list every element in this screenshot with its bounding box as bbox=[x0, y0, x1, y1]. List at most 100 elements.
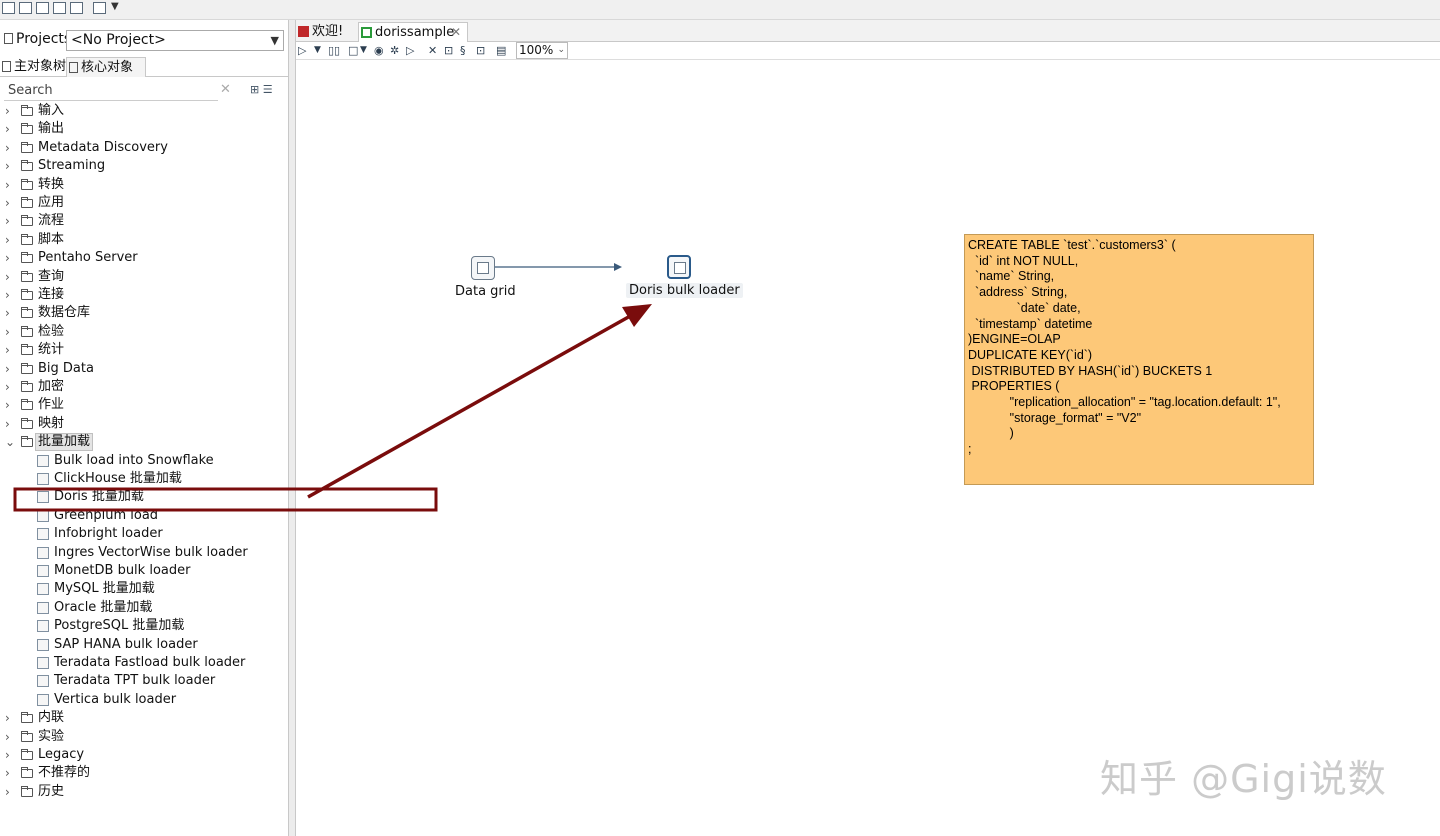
stop-dropdown-icon[interactable]: ▼ bbox=[360, 45, 367, 55]
impact-icon[interactable]: ⊡ bbox=[444, 44, 453, 57]
tree-category[interactable]: › 作业 bbox=[0, 396, 289, 414]
tree-category[interactable]: › 实验 bbox=[0, 728, 289, 746]
tree-step-item[interactable]: MySQL 批量加载 bbox=[0, 580, 289, 598]
project-select[interactable]: <No Project> ▼ bbox=[66, 30, 284, 51]
chevron-right-icon[interactable]: › bbox=[5, 360, 15, 378]
save-icon[interactable] bbox=[53, 2, 66, 14]
tree-category[interactable]: › 输出 bbox=[0, 120, 289, 138]
tree-step-item[interactable]: Bulk load into Snowflake bbox=[0, 452, 289, 470]
tree-category[interactable]: › 数据仓库 bbox=[0, 304, 289, 322]
chevron-right-icon[interactable]: › bbox=[5, 728, 15, 746]
chevron-right-icon[interactable]: › bbox=[5, 746, 15, 764]
tree-step-item[interactable]: Ingres VectorWise bulk loader bbox=[0, 544, 289, 562]
folder-icon bbox=[21, 749, 33, 760]
verify-icon[interactable]: ✕ bbox=[428, 44, 437, 57]
preview-icon[interactable]: ◉ bbox=[374, 44, 384, 57]
tree-step-item[interactable]: Teradata Fastload bulk loader bbox=[0, 654, 289, 672]
step-doris-bulk-loader[interactable] bbox=[667, 255, 691, 279]
tree-category[interactable]: › Legacy bbox=[0, 746, 289, 764]
chevron-right-icon[interactable]: › bbox=[5, 176, 15, 194]
tree-category-label: 脚本 bbox=[38, 231, 65, 247]
tree-category[interactable]: › 脚本 bbox=[0, 231, 289, 249]
chevron-right-icon[interactable]: › bbox=[5, 231, 15, 249]
tree-category[interactable]: › 输入 bbox=[0, 102, 289, 120]
tree-step-item[interactable]: Vertica bulk loader bbox=[0, 691, 289, 709]
chevron-right-icon[interactable]: › bbox=[5, 194, 15, 212]
tree-category[interactable]: ⌄ 批量加载 bbox=[0, 433, 289, 452]
tree-category[interactable]: › 应用 bbox=[0, 194, 289, 212]
panel-splitter[interactable] bbox=[289, 20, 296, 836]
step-icon bbox=[37, 638, 49, 651]
tree-step-item[interactable]: PostgreSQL 批量加载 bbox=[0, 617, 289, 635]
run-dropdown-icon[interactable]: ▼ bbox=[314, 45, 321, 55]
chevron-right-icon[interactable]: › bbox=[5, 378, 15, 396]
debug-icon[interactable]: ✲ bbox=[390, 44, 399, 57]
tree-category[interactable]: › 内联 bbox=[0, 709, 289, 727]
chevron-right-icon[interactable]: › bbox=[5, 268, 15, 286]
tree-category[interactable]: › 查询 bbox=[0, 268, 289, 286]
sql-note[interactable]: CREATE TABLE `test`.`customers3` ( `id` … bbox=[964, 234, 1314, 485]
tree-category[interactable]: › Streaming bbox=[0, 157, 289, 175]
tree-step-item[interactable]: Teradata TPT bulk loader bbox=[0, 672, 289, 690]
chevron-right-icon[interactable]: › bbox=[5, 120, 15, 138]
tree-category[interactable]: › 加密 bbox=[0, 378, 289, 396]
replay-icon[interactable]: ▷ bbox=[406, 44, 414, 57]
chevron-right-icon[interactable]: › bbox=[5, 102, 15, 120]
tree-step-item[interactable]: Doris 批量加载 bbox=[0, 488, 289, 506]
zoom-select[interactable]: 100% ⌄ bbox=[516, 42, 568, 59]
tab-main-object-tree[interactable]: 主对象树 bbox=[0, 57, 66, 77]
tree-category[interactable]: › Metadata Discovery bbox=[0, 139, 289, 157]
tree-category[interactable]: › Pentaho Server bbox=[0, 249, 289, 267]
explore-db-icon[interactable]: ⊡ bbox=[476, 44, 485, 57]
step-data-grid[interactable] bbox=[471, 256, 495, 280]
chevron-right-icon[interactable]: › bbox=[5, 212, 15, 230]
sql-icon[interactable]: § bbox=[460, 44, 466, 57]
tree-step-item[interactable]: Greenplum load bbox=[0, 507, 289, 525]
chevron-right-icon[interactable]: › bbox=[5, 249, 15, 267]
open-file-icon[interactable] bbox=[19, 2, 32, 14]
chevron-right-icon[interactable]: › bbox=[5, 709, 15, 727]
pause-icon[interactable]: ▯▯ bbox=[328, 44, 340, 57]
clear-search-icon[interactable]: ✕ bbox=[220, 82, 231, 97]
chevron-right-icon[interactable]: › bbox=[5, 139, 15, 157]
tree-options-icon[interactable]: ⊞ ☰ bbox=[250, 83, 280, 97]
tree-step-item[interactable]: ClickHouse 批量加载 bbox=[0, 470, 289, 488]
chevron-right-icon[interactable]: › bbox=[5, 764, 15, 782]
search-input[interactable]: Search bbox=[4, 81, 218, 101]
stop-icon[interactable]: □ bbox=[348, 44, 358, 57]
close-icon[interactable]: ✕ bbox=[451, 23, 461, 42]
chevron-right-icon[interactable]: › bbox=[5, 341, 15, 359]
tree-category[interactable]: › 连接 bbox=[0, 286, 289, 304]
new-file-icon[interactable] bbox=[2, 2, 15, 14]
transformation-canvas[interactable]: Data grid Doris bulk loader CREATE TABLE… bbox=[296, 60, 1440, 836]
chevron-down-icon[interactable]: ⌄ bbox=[5, 433, 15, 451]
tab-welcome[interactable]: 欢迎! bbox=[296, 22, 356, 42]
layers-dropdown-icon[interactable]: ▼ bbox=[111, 1, 119, 12]
chevron-right-icon[interactable]: › bbox=[5, 157, 15, 175]
chevron-right-icon[interactable]: › bbox=[5, 783, 15, 801]
chevron-right-icon[interactable]: › bbox=[5, 323, 15, 341]
run-icon[interactable]: ▷ bbox=[298, 44, 306, 57]
tree-step-item[interactable]: SAP HANA bulk loader bbox=[0, 636, 289, 654]
tree-category[interactable]: › 转换 bbox=[0, 176, 289, 194]
chevron-right-icon[interactable]: › bbox=[5, 304, 15, 322]
tree-category[interactable]: › 历史 bbox=[0, 783, 289, 801]
show-results-icon[interactable]: ▤ bbox=[496, 44, 506, 57]
tree-step-item[interactable]: Infobright loader bbox=[0, 525, 289, 543]
tab-core-objects[interactable]: 核心对象 bbox=[66, 57, 146, 77]
tree-category[interactable]: › 不推荐的 bbox=[0, 764, 289, 782]
tab-dorissample[interactable]: dorissample ✕ bbox=[358, 22, 468, 42]
tree-category[interactable]: › 统计 bbox=[0, 341, 289, 359]
tree-step-item[interactable]: Oracle 批量加载 bbox=[0, 599, 289, 617]
layers-icon[interactable] bbox=[93, 2, 106, 14]
chevron-right-icon[interactable]: › bbox=[5, 415, 15, 433]
tree-category[interactable]: › 流程 bbox=[0, 212, 289, 230]
explore-repository-icon[interactable] bbox=[36, 2, 49, 14]
tree-step-item[interactable]: MonetDB bulk loader bbox=[0, 562, 289, 580]
chevron-right-icon[interactable]: › bbox=[5, 396, 15, 414]
tree-category[interactable]: › Big Data bbox=[0, 360, 289, 378]
chevron-right-icon[interactable]: › bbox=[5, 286, 15, 304]
tree-category[interactable]: › 检验 bbox=[0, 323, 289, 341]
save-as-icon[interactable] bbox=[70, 2, 83, 14]
tree-category[interactable]: › 映射 bbox=[0, 415, 289, 433]
